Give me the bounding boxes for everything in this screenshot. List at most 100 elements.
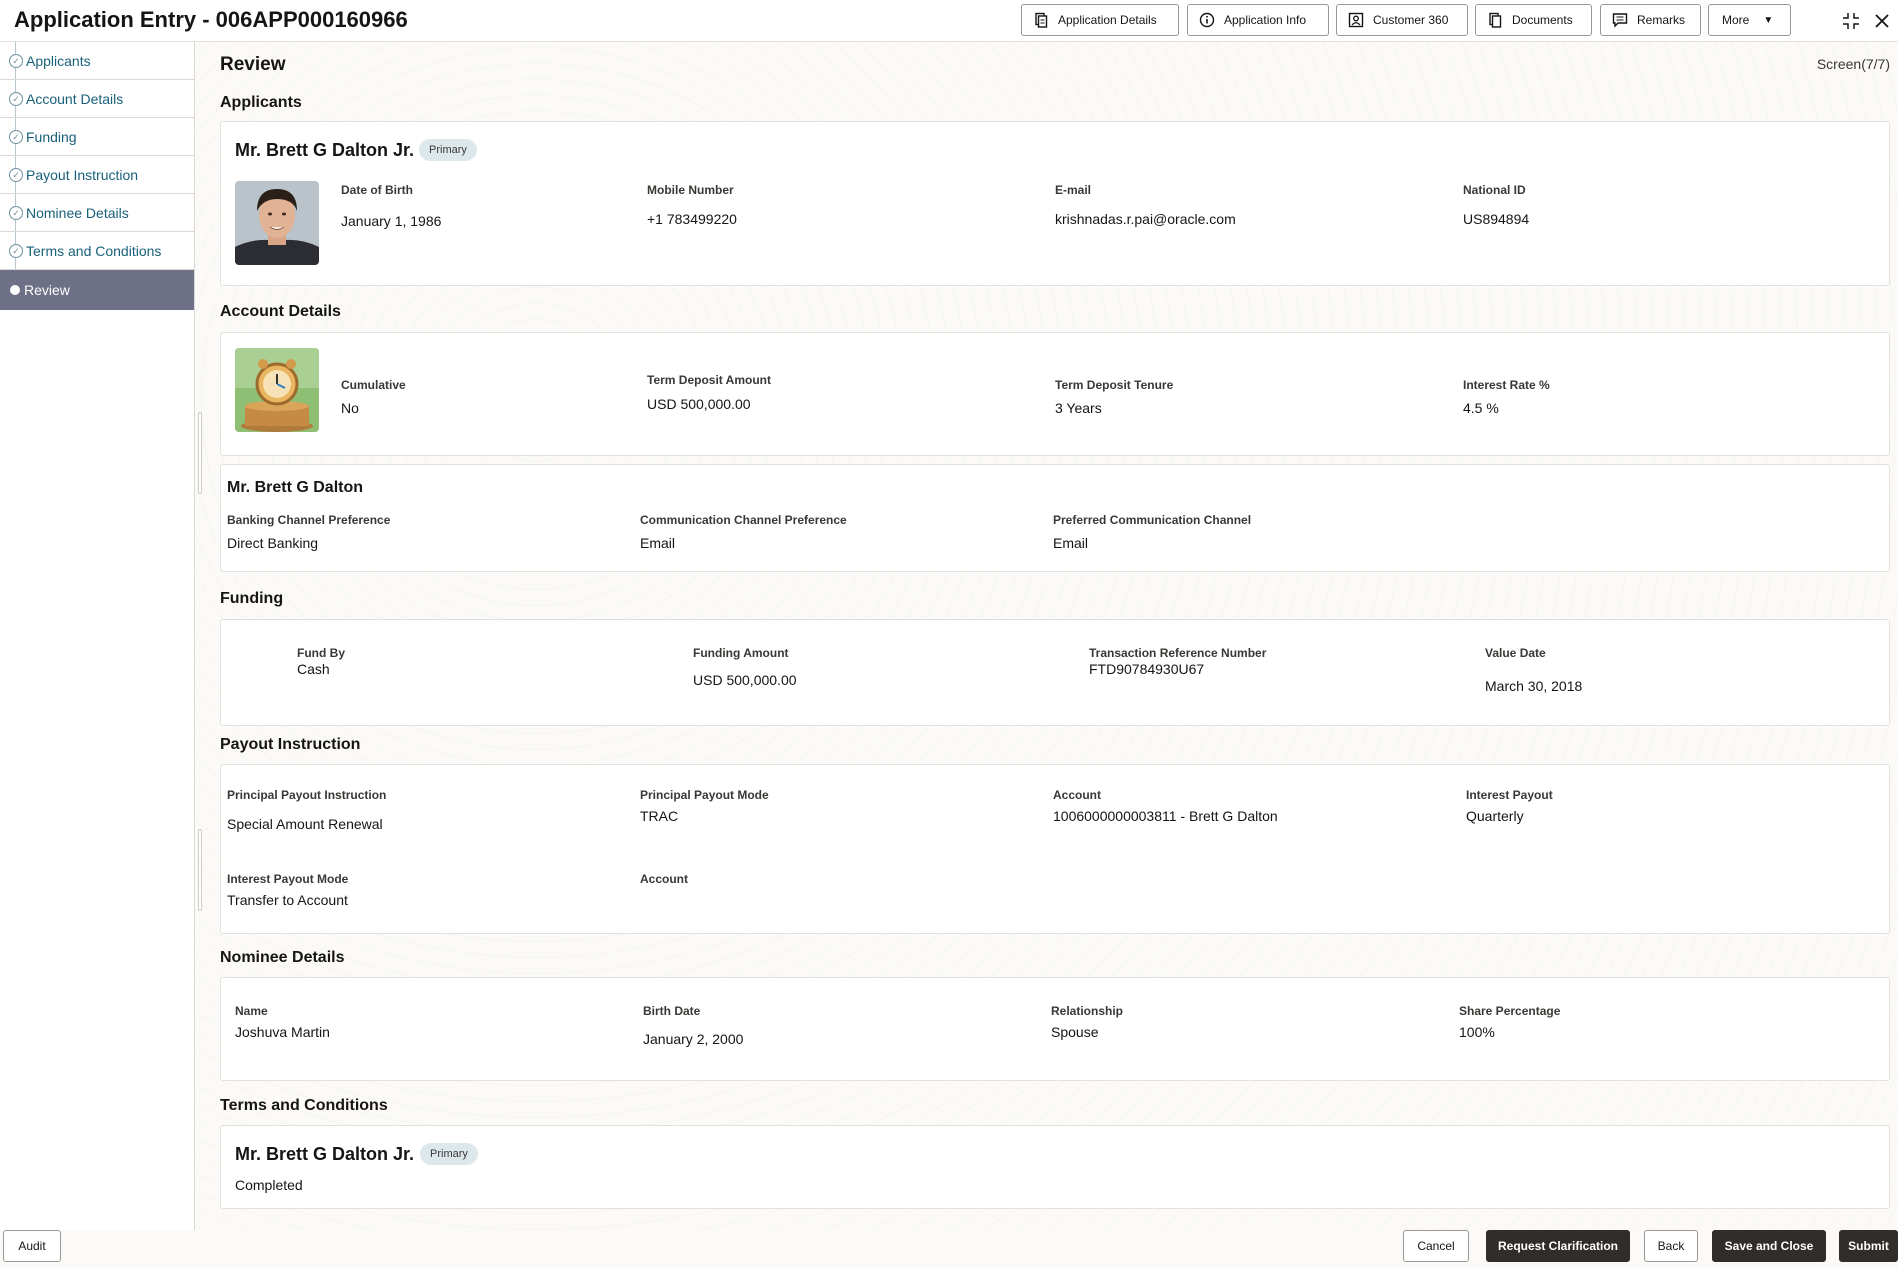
sidebar-item-applicants[interactable]: ✓ Applicants [0,42,194,80]
more-button[interactable]: More ▼ [1708,4,1791,36]
communication-channel-label: Communication Channel Preference [640,513,847,527]
banking-channel-value: Direct Banking [227,535,319,551]
interest-account-label: Account [640,872,688,886]
screen-counter: Screen(7/7) [1816,56,1890,72]
share-percentage-value: 100% [1459,1024,1495,1040]
cumulative-value: No [341,400,359,416]
request-clarification-button[interactable]: Request Clarification [1486,1230,1630,1262]
sidebar-item-nominee-details[interactable]: ✓ Nominee Details [0,194,194,232]
interest-payout-label: Interest Payout [1466,788,1553,802]
scroll-handle[interactable] [198,829,202,911]
save-and-close-button[interactable]: Save and Close [1712,1230,1826,1262]
preferred-channel-value: Email [1053,535,1089,551]
caret-down-icon: ▼ [1763,14,1774,26]
term-deposit-amount-value: USD 500,000.00 [647,396,751,412]
funding-card: Fund By Cash Funding Amount USD 500,000.… [220,619,1890,726]
fund-by-label: Fund By [297,646,345,660]
remarks-button[interactable]: Remarks [1600,4,1701,36]
sidebar-item-funding[interactable]: ✓ Funding [0,118,194,156]
application-details-button[interactable]: Application Details [1021,4,1179,36]
nominee-name-label: Name [235,1004,268,1018]
payout-card: Principal Payout Instruction Special Amo… [220,764,1890,934]
national-id-label: National ID [1463,183,1526,197]
nominee-section-title: Nominee Details [220,949,345,966]
remarks-label: Remarks [1637,13,1686,27]
check-circle-icon: ✓ [9,130,23,144]
info-icon [1198,11,1216,29]
nominee-card: Name Joshuva Martin Birth Date January 2… [220,977,1890,1081]
documents-icon [1486,11,1504,29]
app-header: Application Entry - 006APP000160966 Appl… [0,0,1898,42]
collapse-icon[interactable] [1840,10,1862,32]
check-circle-icon: ✓ [9,168,23,182]
submit-button[interactable]: Submit [1839,1230,1898,1262]
account-holder-name: Mr. Brett G Dalton [227,479,364,496]
relationship-label: Relationship [1051,1004,1124,1018]
remarks-icon [1611,11,1629,29]
sidebar-item-terms-and-conditions[interactable]: ✓ Terms and Conditions [0,232,194,270]
funding-amount-label: Funding Amount [693,646,789,660]
communication-channel-value: Email [640,535,676,551]
sidebar-item-review[interactable]: Review [0,270,194,310]
birth-date-label: Birth Date [643,1004,701,1018]
documents-button[interactable]: Documents [1475,4,1592,36]
primary-badge: Primary [420,1143,478,1165]
check-circle-icon: ✓ [9,244,23,258]
value-date-label: Value Date [1485,646,1546,660]
back-button[interactable]: Back [1644,1230,1698,1262]
value-date-value: March 30, 2018 [1485,678,1583,694]
check-circle-icon: ✓ [9,92,23,106]
audit-button[interactable]: Audit [3,1230,61,1262]
footer-bar: Audit Cancel Request Clarification Back … [0,1230,1898,1268]
payout-account-label: Account [1053,788,1101,802]
sidebar: ✓ Applicants ✓ Account Details ✓ Funding… [0,42,195,1230]
customer-360-label: Customer 360 [1373,13,1449,27]
current-step-icon [10,285,20,295]
review-title: Review [220,54,286,75]
payout-section-title: Payout Instruction [220,736,361,753]
share-percentage-label: Share Percentage [1459,1004,1561,1018]
cancel-button[interactable]: Cancel [1403,1230,1469,1262]
check-circle-icon: ✓ [9,54,23,68]
banking-channel-label: Banking Channel Preference [227,513,391,527]
applicant-card: Mr. Brett G Dalton Jr. Primary Date of B… [220,121,1890,286]
applicants-section-title: Applicants [220,94,302,111]
email-label: E-mail [1055,183,1092,197]
principal-payout-mode-value: TRAC [640,808,679,824]
customer-icon [1347,11,1365,29]
sidebar-item-label: Review [24,282,70,298]
principal-payout-instruction-label: Principal Payout Instruction [227,788,387,802]
sidebar-item-label: Terms and Conditions [26,242,162,259]
terms-card: Mr. Brett G Dalton Jr. Primary Completed [220,1125,1890,1209]
close-icon[interactable] [1871,10,1893,32]
funding-amount-value: USD 500,000.00 [693,672,797,688]
dob-value: January 1, 1986 [341,213,442,229]
fund-by-value: Cash [297,661,330,677]
documents-label: Documents [1512,13,1573,27]
check-circle-icon: ✓ [9,206,23,220]
account-holder-card: Mr. Brett G Dalton Banking Channel Prefe… [220,464,1890,572]
principal-payout-instruction-value: Special Amount Renewal [227,816,383,832]
sidebar-item-account-details[interactable]: ✓ Account Details [0,80,194,118]
account-details-card: Cumulative No Term Deposit Amount USD 50… [220,332,1890,456]
account-details-section-title: Account Details [220,303,341,320]
term-deposit-tenure-value: 3 Years [1055,400,1102,416]
application-info-button[interactable]: Application Info [1187,4,1329,36]
sidebar-item-label: Applicants [26,52,91,69]
sidebar-item-payout-instruction[interactable]: ✓ Payout Instruction [0,156,194,194]
payout-account-value: 1006000000003811 - Brett G Dalton [1053,808,1278,824]
page-title: Application Entry - 006APP000160966 [14,7,408,32]
relationship-value: Spouse [1051,1024,1099,1040]
sidebar-item-label: Payout Instruction [26,166,139,183]
cumulative-label: Cumulative [341,378,406,392]
nominee-name-value: Joshuva Martin [235,1024,330,1040]
sidebar-item-label: Nominee Details [26,204,129,221]
customer-360-button[interactable]: Customer 360 [1336,4,1468,36]
document-icon [1032,11,1050,29]
mobile-label: Mobile Number [647,183,734,197]
birth-date-value: January 2, 2000 [643,1031,744,1047]
applicant-avatar [235,181,319,265]
scroll-handle[interactable] [198,412,202,494]
terms-status: Completed [235,1177,303,1193]
application-info-label: Application Info [1224,13,1307,27]
